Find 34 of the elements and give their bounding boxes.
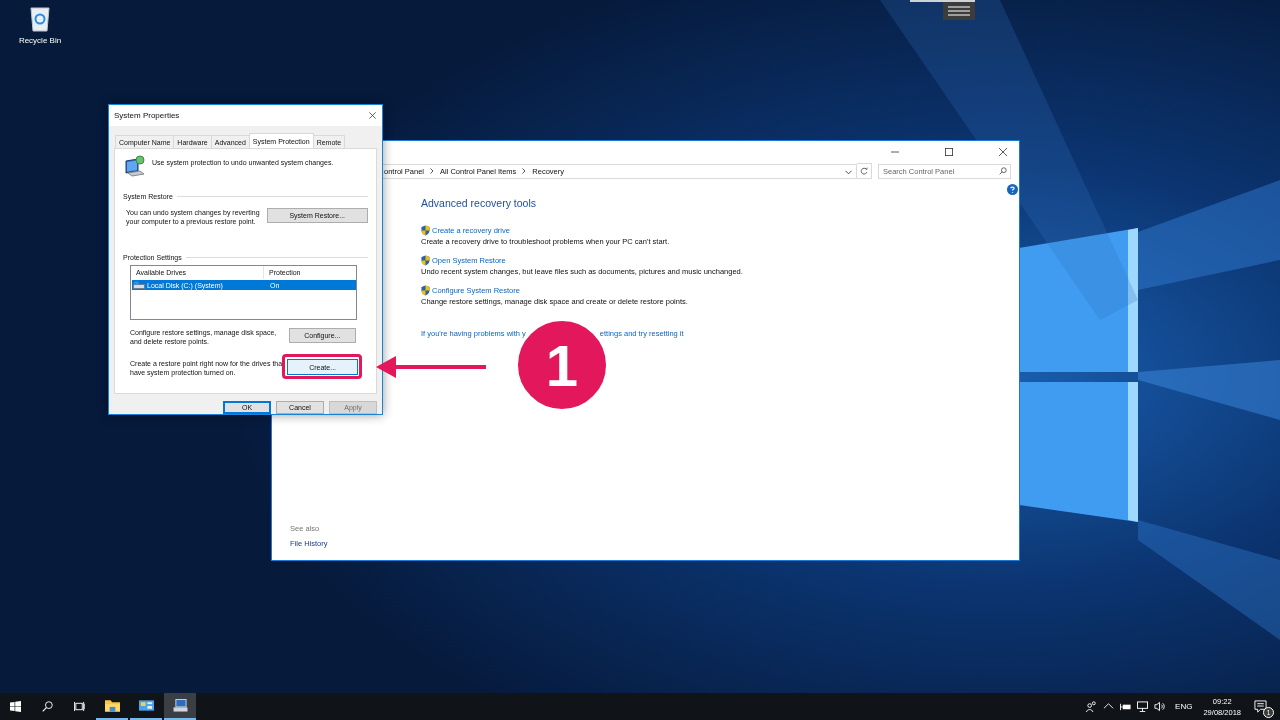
close-icon[interactable] bbox=[999, 147, 1007, 156]
search-icon[interactable] bbox=[42, 701, 53, 712]
maximize-icon[interactable] bbox=[945, 147, 953, 156]
help-icon[interactable] bbox=[1007, 184, 1018, 195]
shield-icon bbox=[421, 285, 430, 296]
caret-icon[interactable] bbox=[845, 169, 852, 175]
chevron-right-icon bbox=[430, 168, 435, 174]
control-panel-icon bbox=[138, 699, 154, 712]
close-icon[interactable] bbox=[369, 112, 376, 119]
task-view-icon[interactable] bbox=[74, 701, 85, 712]
refresh-icon[interactable] bbox=[857, 163, 872, 179]
desktop-icon-label[interactable]: Recycle Bin bbox=[18, 36, 62, 45]
dialog-title: System Properties bbox=[114, 111, 180, 120]
page-heading: Advanced recovery tools bbox=[421, 197, 537, 209]
arrow-icon bbox=[376, 354, 486, 380]
drive-icon bbox=[133, 281, 145, 289]
recycle-bin-icon[interactable] bbox=[28, 4, 52, 32]
language-indicator[interactable]: ENG bbox=[1175, 702, 1193, 711]
network-icon[interactable] bbox=[1137, 701, 1149, 712]
shield-icon bbox=[421, 255, 430, 266]
search-icon bbox=[999, 166, 1007, 175]
menu-icon[interactable] bbox=[943, 2, 975, 20]
volume-icon[interactable] bbox=[1154, 701, 1166, 712]
chevron-up-icon[interactable] bbox=[1103, 701, 1115, 712]
battery-icon[interactable] bbox=[1120, 701, 1132, 712]
folder-icon bbox=[104, 699, 120, 712]
start-icon[interactable] bbox=[10, 701, 21, 712]
computer-icon bbox=[172, 699, 188, 712]
people-icon[interactable] bbox=[1086, 701, 1098, 712]
computer-shield-icon bbox=[124, 155, 146, 177]
shield-icon bbox=[421, 225, 430, 236]
notification-icon[interactable] bbox=[1254, 699, 1267, 713]
chevron-right-icon bbox=[522, 168, 527, 174]
taskbar-app[interactable] bbox=[164, 693, 196, 720]
